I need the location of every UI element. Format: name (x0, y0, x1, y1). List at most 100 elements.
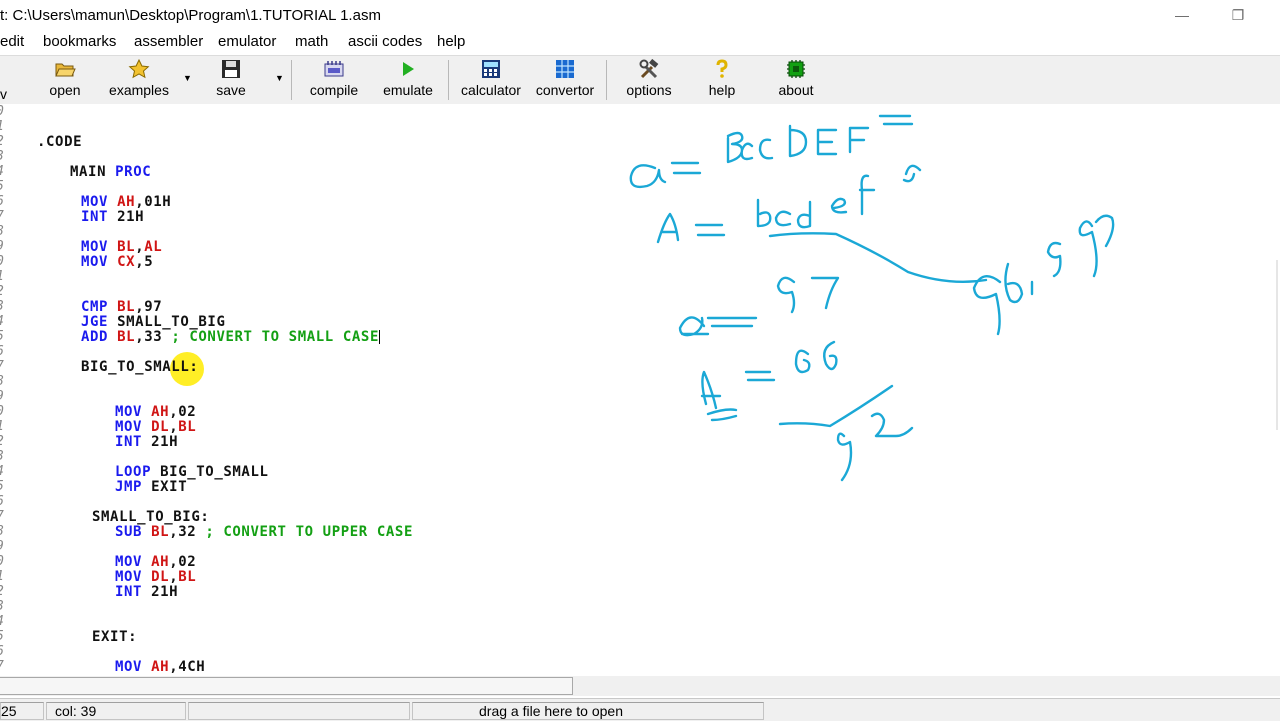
line-number: 7 (0, 659, 4, 674)
about-button[interactable]: about (770, 59, 822, 103)
code-line: LOOP BIG_TO_SMALL (115, 465, 269, 480)
menu-ascii-codes[interactable]: ascii codes (348, 33, 422, 50)
menu-bookmarks[interactable]: bookmarks (43, 33, 116, 50)
code-editor[interactable]: 0 1 2 3 4 5 6 7 8 9 0 1 2 3 4 5 6 7 8 9 … (0, 104, 1280, 676)
code-line: MOV BL,AL (81, 240, 162, 255)
code-line: .CODE (37, 135, 82, 150)
line-number: 3 (0, 449, 4, 464)
code-line: CMP BL,97 (81, 300, 162, 315)
code-register: DL (151, 419, 170, 435)
line-number: 7 (0, 359, 4, 374)
code-line: ADD BL,33 ; CONVERT TO SMALL CASE (81, 330, 380, 345)
line-number: 9 (0, 239, 4, 254)
open-button[interactable]: open (40, 59, 90, 103)
line-number: 5 (0, 179, 4, 194)
code-token: EXIT (142, 479, 188, 495)
vertical-scrollbar-track[interactable] (1276, 260, 1278, 430)
code-token: ,4CH (169, 659, 206, 675)
save-dropdown-button[interactable]: ▼ (269, 59, 284, 103)
examples-button[interactable]: examples (104, 59, 174, 103)
code-token: 21H (108, 209, 145, 225)
examples-dropdown-button[interactable]: ▼ (177, 59, 192, 103)
line-number: 8 (0, 374, 4, 389)
line-number: 1 (0, 269, 4, 284)
play-icon (403, 62, 414, 76)
status-drop-hint: drag a file here to open (412, 702, 764, 720)
code-line: JGE SMALL_TO_BIG (81, 315, 225, 330)
code-token: ,02 (169, 404, 197, 420)
help-button[interactable]: help (700, 59, 744, 103)
code-token: ,97 (135, 299, 163, 315)
menu-assembler[interactable]: assembler (134, 33, 203, 50)
line-number: 7 (0, 209, 4, 224)
code-token: 21H (142, 584, 179, 600)
code-label: BIG_TO_SMALL: (81, 359, 199, 375)
line-number: 6 (0, 194, 4, 209)
line-number: 7 (0, 509, 4, 524)
convertor-label: convertor (535, 82, 595, 98)
line-number: 4 (0, 314, 4, 329)
restore-icon[interactable]: ❐ (1218, 4, 1258, 26)
code-line: MOV DL,BL (115, 570, 196, 585)
star-icon (128, 59, 150, 79)
text-caret (378, 330, 380, 344)
line-number: 8 (0, 224, 4, 239)
line-number: 2 (0, 434, 4, 449)
code-keyword: MOV (115, 659, 143, 675)
line-number: 1 (0, 569, 4, 584)
chip-icon (787, 60, 805, 78)
save-button[interactable]: save (206, 59, 256, 103)
code-line: INT 21H (115, 435, 178, 450)
menu-math[interactable]: math (295, 33, 328, 50)
window-title: t: C:\Users\mamun\Desktop\Program\1.TUTO… (0, 7, 381, 24)
toolbar-new-button[interactable]: v (0, 59, 8, 103)
menu-help[interactable]: help (437, 33, 465, 50)
code-keyword: MOV (115, 419, 143, 435)
code-keyword: MOV (115, 404, 143, 420)
line-number: 4 (0, 464, 4, 479)
convertor-button[interactable]: convertor (531, 59, 599, 103)
line-number: 8 (0, 524, 4, 539)
line-number: 5 (0, 329, 4, 344)
code-keyword: ADD (81, 329, 109, 345)
code-keyword: MOV (81, 194, 109, 210)
code-keyword: INT (115, 434, 143, 450)
floppy-disk-icon (222, 60, 240, 78)
calculator-label: calculator (461, 82, 521, 98)
calculator-button[interactable]: calculator (456, 59, 526, 103)
emulate-button[interactable]: emulate (378, 59, 438, 103)
code-register: BL (117, 329, 136, 345)
menu-edit[interactable]: edit (0, 33, 24, 50)
title-bar: t: C:\Users\mamun\Desktop\Program\1.TUTO… (0, 0, 1280, 32)
minimize-icon[interactable]: — (1162, 4, 1202, 26)
line-number: 5 (0, 479, 4, 494)
line-number: 0 (0, 254, 4, 269)
line-number: 9 (0, 539, 4, 554)
line-number: 6 (0, 344, 4, 359)
toolbar-separator (291, 60, 292, 100)
code-comment: ; CONVERT TO UPPER CASE (205, 524, 413, 540)
toolbar-separator (606, 60, 607, 100)
line-number: 3 (0, 599, 4, 614)
status-line: 25 (0, 702, 44, 720)
options-button[interactable]: options (620, 59, 678, 103)
status-blank-panel (188, 702, 410, 720)
code-line: JMP EXIT (115, 480, 187, 495)
code-token: SMALL_TO_BIG (108, 314, 226, 330)
code-token: ,33 (135, 329, 172, 345)
examples-label: examples (109, 82, 169, 98)
code-keyword: MOV (115, 569, 143, 585)
code-token: BIG_TO_SMALL (151, 464, 269, 480)
horizontal-scrollbar[interactable] (0, 676, 1280, 696)
code-line: SUB BL,32 ; CONVERT TO UPPER CASE (115, 525, 413, 540)
toolbar-new-label: v (0, 86, 7, 102)
code-register: AH (151, 659, 170, 675)
menu-emulator[interactable]: emulator (218, 33, 276, 50)
code-line: MOV AH,4CH (115, 660, 205, 675)
compile-button[interactable]: compile (304, 59, 364, 103)
line-number: 1 (0, 419, 4, 434)
line-number: 2 (0, 284, 4, 299)
code-keyword: MOV (81, 254, 109, 270)
horizontal-scrollbar-thumb[interactable] (0, 677, 573, 695)
line-number: 4 (0, 614, 4, 629)
